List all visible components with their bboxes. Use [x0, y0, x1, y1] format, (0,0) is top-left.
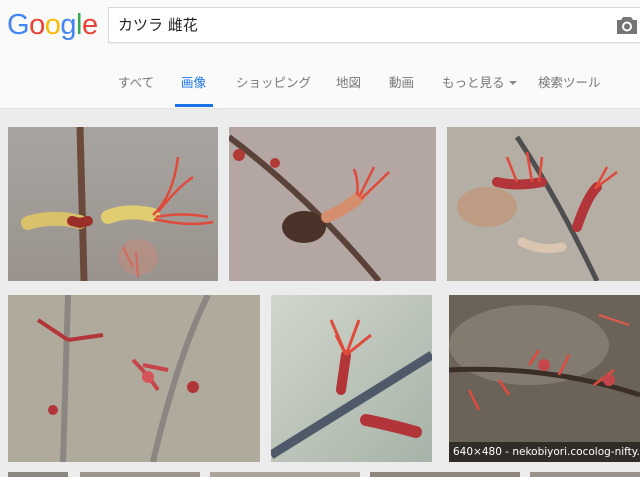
tab-maps[interactable]: 地図	[336, 72, 361, 91]
image-result-partial[interactable]	[530, 472, 640, 477]
search-tabs: すべて 画像 ショッピング 地図 動画 もっと見る 検索ツール	[0, 60, 640, 108]
header: Google すべて 画像 ショッピング 地図 動画 もっと見る 検索ツール	[0, 0, 640, 109]
image-result-partial[interactable]	[370, 472, 520, 477]
search-box[interactable]	[108, 7, 640, 43]
logo-letter: o	[44, 9, 61, 41]
image-result-photo	[449, 295, 640, 462]
image-result-photo	[8, 127, 218, 281]
logo-letter: o	[29, 9, 45, 41]
logo-letter: G	[7, 9, 30, 41]
search-input[interactable]	[118, 8, 598, 42]
image-result-photo	[447, 127, 640, 281]
image-result-partial[interactable]	[80, 472, 200, 477]
tab-videos[interactable]: 動画	[389, 72, 414, 91]
image-result[interactable]	[271, 295, 432, 462]
logo-letter: g	[60, 9, 76, 41]
camera-icon[interactable]	[616, 15, 638, 35]
image-result-photo	[229, 127, 436, 281]
image-hover-caption: 640×480 - nekobiyori.cocolog-nifty.com	[449, 442, 640, 462]
image-result[interactable]	[229, 127, 436, 281]
tab-all[interactable]: すべて	[118, 72, 154, 91]
tab-more[interactable]: もっと見る	[442, 72, 517, 91]
logo-letter: e	[81, 9, 98, 41]
tab-shopping[interactable]: ショッピング	[236, 72, 311, 91]
active-tab-indicator	[175, 104, 213, 107]
tab-search-tools[interactable]: 検索ツール	[538, 72, 601, 91]
image-result[interactable]: 640×480 - nekobiyori.cocolog-nifty.com	[449, 295, 640, 462]
image-result[interactable]	[447, 127, 640, 281]
image-result-photo	[271, 295, 432, 462]
tab-more-label: もっと見る	[442, 75, 505, 90]
chevron-down-icon	[508, 80, 517, 85]
google-logo[interactable]: Google	[7, 8, 98, 42]
tab-images[interactable]: 画像	[181, 72, 206, 91]
image-result-photo	[8, 295, 260, 462]
image-result[interactable]	[8, 127, 218, 281]
image-result-partial[interactable]	[210, 472, 360, 477]
image-result[interactable]	[8, 295, 260, 462]
image-result-partial[interactable]	[8, 472, 68, 477]
